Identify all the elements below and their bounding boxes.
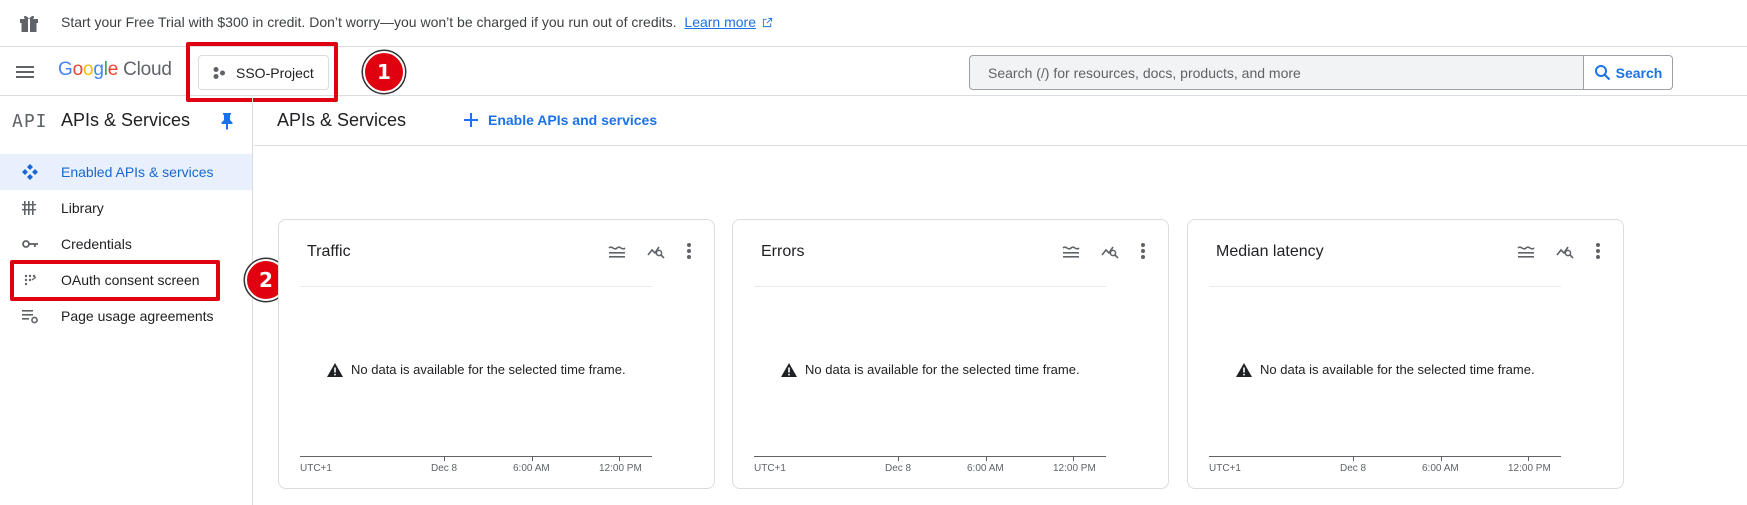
no-data-message: No data is available for the selected ti… bbox=[327, 362, 626, 377]
sidebar-header: API APIs & Services bbox=[0, 97, 252, 145]
logo-letter: e bbox=[107, 59, 119, 80]
no-data-message: No data is available for the selected ti… bbox=[1236, 362, 1535, 377]
explore-chart-icon[interactable] bbox=[1101, 243, 1119, 259]
axis-tick-label: UTC+1 bbox=[300, 463, 332, 474]
axis-tick bbox=[444, 456, 445, 461]
card-title: Traffic bbox=[307, 243, 351, 260]
x-axis bbox=[1209, 456, 1561, 457]
library-icon bbox=[22, 201, 36, 215]
card-title: Median latency bbox=[1216, 243, 1324, 260]
axis-tick-label: Dec 8 bbox=[431, 463, 458, 474]
logo-letter: G bbox=[58, 59, 73, 80]
sidebar: API APIs & Services Enabled APIs & servi… bbox=[0, 97, 253, 505]
card-divider bbox=[1209, 286, 1561, 287]
more-vert-icon[interactable] bbox=[1595, 242, 1601, 260]
legend-toggle-icon[interactable] bbox=[1062, 244, 1080, 258]
key-icon bbox=[22, 240, 38, 248]
sidebar-item-label: Library bbox=[61, 200, 104, 216]
axis-tick-label: 12:00 PM bbox=[599, 463, 642, 474]
errors-card: Errors No data is available for the sele… bbox=[732, 219, 1169, 489]
page-title: APIs & Services bbox=[277, 110, 407, 130]
api-icon: API bbox=[12, 111, 48, 132]
search-icon bbox=[1594, 65, 1610, 81]
highlight-box-oauth bbox=[10, 260, 220, 301]
axis-tick-label: 6:00 AM bbox=[513, 463, 550, 474]
sidebar-item-page-usage[interactable]: Page usage agreements bbox=[0, 298, 252, 334]
hamburger-menu-icon[interactable] bbox=[14, 62, 36, 82]
search-button[interactable]: Search bbox=[1583, 55, 1673, 90]
axis-tick bbox=[1441, 456, 1442, 461]
more-vert-icon[interactable] bbox=[686, 242, 692, 260]
card-actions bbox=[608, 242, 692, 260]
axis-tick-label: 6:00 AM bbox=[1422, 463, 1459, 474]
card-actions bbox=[1517, 242, 1601, 260]
plus-icon bbox=[464, 113, 478, 127]
legend-toggle-icon[interactable] bbox=[1517, 244, 1535, 258]
pin-icon[interactable] bbox=[220, 112, 234, 130]
logo-letter: o bbox=[82, 59, 94, 80]
step-badge-1: 1 bbox=[363, 51, 405, 93]
logo-letter: g bbox=[93, 59, 104, 80]
google-cloud-logo[interactable]: Google Cloud bbox=[58, 59, 172, 81]
axis-tick-label: Dec 8 bbox=[1340, 463, 1367, 474]
no-data-text: No data is available for the selected ti… bbox=[351, 362, 626, 377]
gift-icon bbox=[20, 15, 38, 32]
logo-product: Cloud bbox=[123, 59, 172, 80]
page-usage-icon bbox=[22, 310, 38, 324]
warning-icon bbox=[327, 362, 343, 377]
sidebar-item-label: Credentials bbox=[61, 236, 132, 252]
axis-tick-label: 12:00 PM bbox=[1053, 463, 1096, 474]
search-button-label: Search bbox=[1615, 64, 1663, 81]
no-data-text: No data is available for the selected ti… bbox=[1260, 362, 1535, 377]
warning-icon bbox=[1236, 362, 1252, 377]
axis-tick bbox=[1353, 456, 1354, 461]
no-data-text: No data is available for the selected ti… bbox=[805, 362, 1080, 377]
explore-chart-icon[interactable] bbox=[647, 243, 665, 259]
enable-apis-label: Enable APIs and services bbox=[488, 112, 658, 128]
main-header: APIs & Services Enable APIs and services bbox=[254, 97, 1747, 146]
search-placeholder: Search (/) for resources, docs, products… bbox=[988, 64, 1301, 81]
traffic-card: Traffic No data is available for the sel… bbox=[278, 219, 715, 489]
more-vert-icon[interactable] bbox=[1140, 242, 1146, 260]
sidebar-item-label: Page usage agreements bbox=[61, 308, 214, 324]
enable-apis-button[interactable]: Enable APIs and services bbox=[464, 112, 657, 128]
free-trial-banner: Start your Free Trial with $300 in credi… bbox=[0, 0, 1747, 47]
logo-letter: o bbox=[72, 59, 84, 80]
card-actions bbox=[1062, 242, 1146, 260]
sidebar-item-credentials[interactable]: Credentials bbox=[0, 226, 252, 262]
card-divider bbox=[300, 286, 652, 287]
card-divider bbox=[754, 286, 1106, 287]
search-input[interactable]: Search (/) for resources, docs, products… bbox=[969, 55, 1584, 90]
axis-tick bbox=[1073, 456, 1074, 461]
axis-tick bbox=[1528, 456, 1529, 461]
sidebar-title: APIs & Services bbox=[61, 110, 191, 130]
sidebar-item-enabled-apis[interactable]: Enabled APIs & services bbox=[0, 154, 252, 190]
axis-tick-label: Dec 8 bbox=[885, 463, 912, 474]
axis-tick-label: UTC+1 bbox=[1209, 463, 1241, 474]
x-axis bbox=[300, 456, 652, 457]
card-title: Errors bbox=[761, 243, 805, 260]
sidebar-item-library[interactable]: Library bbox=[0, 190, 252, 226]
axis-tick-label: UTC+1 bbox=[754, 463, 786, 474]
sidebar-item-label: Enabled APIs & services bbox=[61, 164, 214, 180]
axis-tick bbox=[986, 456, 987, 461]
no-data-message: No data is available for the selected ti… bbox=[781, 362, 1080, 377]
banner-text-wrap: Start your Free Trial with $300 in credi… bbox=[61, 14, 773, 30]
highlight-box-project bbox=[186, 42, 338, 102]
axis-tick bbox=[898, 456, 899, 461]
explore-chart-icon[interactable] bbox=[1556, 243, 1574, 259]
x-axis bbox=[754, 456, 1106, 457]
external-link-icon bbox=[762, 17, 772, 28]
enabled-apis-icon bbox=[22, 164, 38, 180]
median-latency-card: Median latency No data is available for … bbox=[1187, 219, 1624, 489]
axis-tick bbox=[619, 456, 620, 461]
learn-more-link[interactable]: Learn more bbox=[684, 14, 756, 30]
legend-toggle-icon[interactable] bbox=[608, 244, 626, 258]
warning-icon bbox=[781, 362, 797, 377]
axis-tick-label: 6:00 AM bbox=[967, 463, 1004, 474]
banner-text: Start your Free Trial with $300 in credi… bbox=[61, 14, 677, 30]
axis-tick-label: 12:00 PM bbox=[1508, 463, 1551, 474]
axis-tick bbox=[532, 456, 533, 461]
